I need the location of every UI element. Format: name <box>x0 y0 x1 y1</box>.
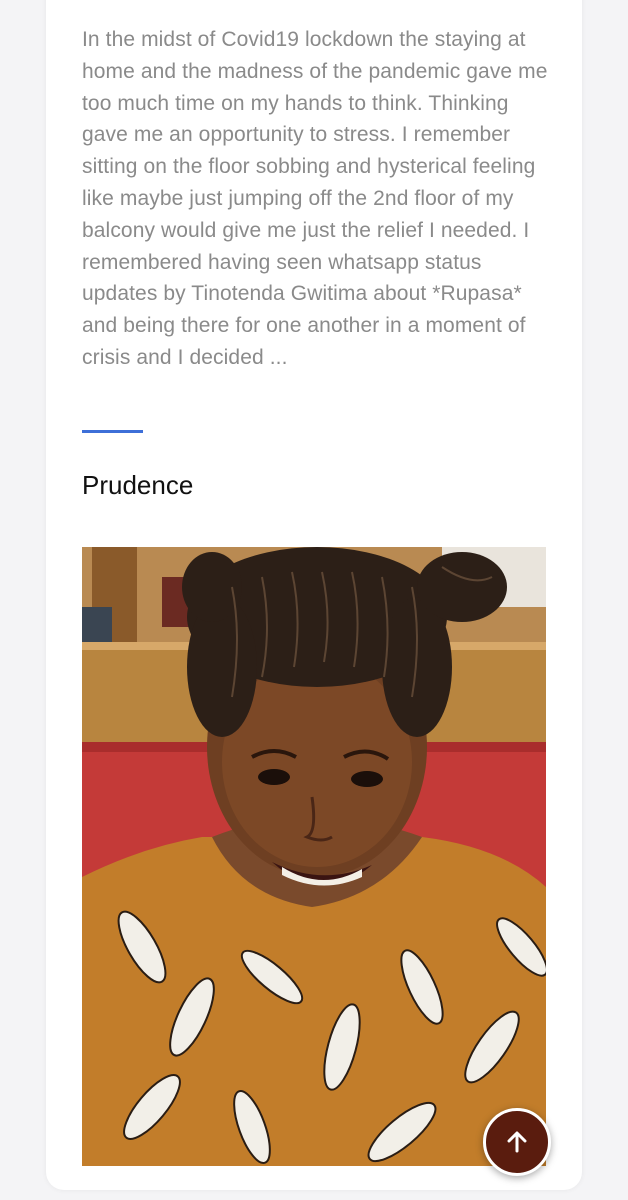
arrow-up-icon <box>507 1131 527 1153</box>
post-excerpt: In the midst of Covid19 lockdown the sta… <box>82 28 548 369</box>
author-photo <box>82 547 546 1166</box>
scroll-to-top-button[interactable] <box>483 1108 551 1176</box>
author-name: Prudence <box>82 470 194 500</box>
section-divider <box>82 430 143 433</box>
